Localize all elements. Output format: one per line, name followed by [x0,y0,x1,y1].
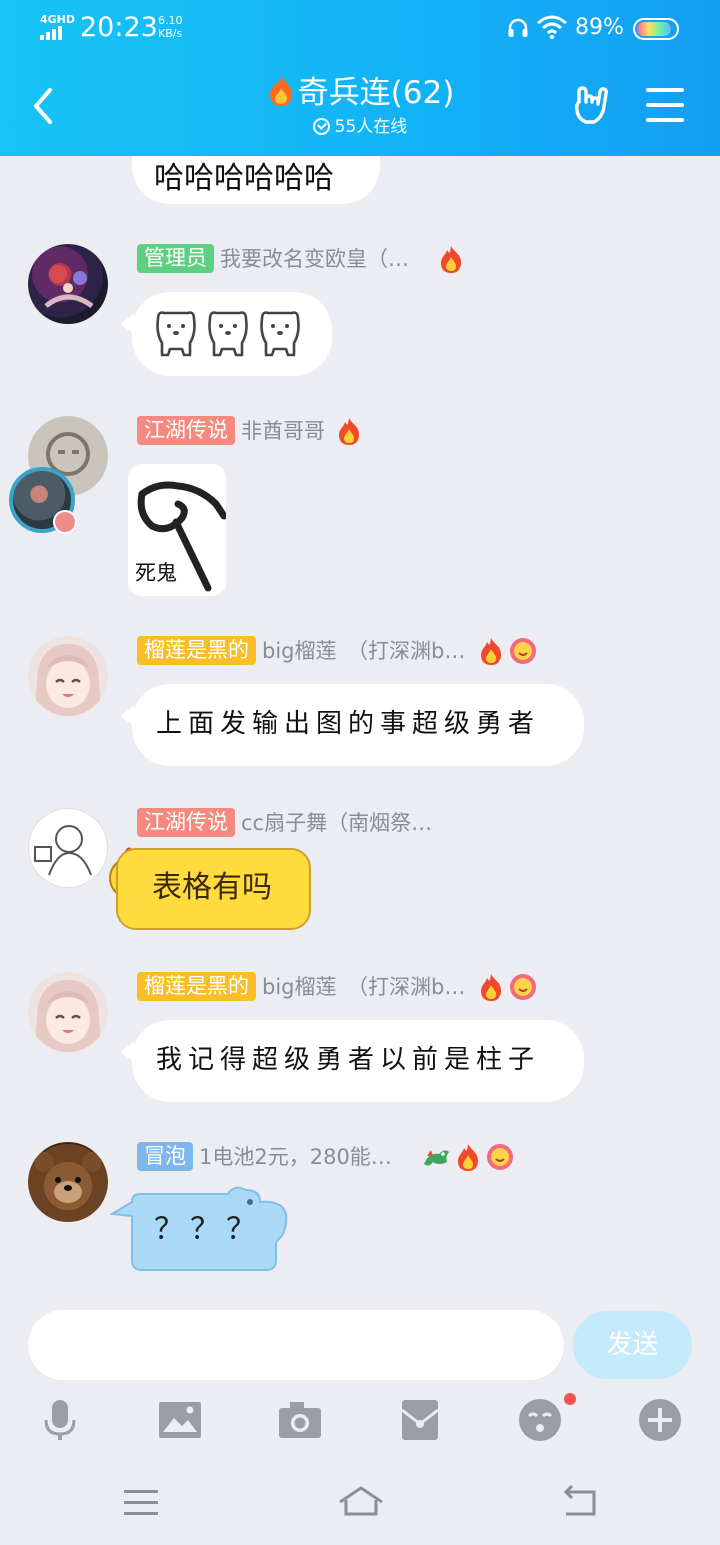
sender-info: 管理员 我要改名变欧皇（… [137,244,466,274]
smile-flower-icon [510,974,537,1000]
guardian-badge-icon [53,510,77,534]
sender-info: 江湖传说 cc扇子舞（南烟祭… [137,808,432,838]
send-button[interactable]: 发送 [573,1311,692,1379]
fire-badge-icon [481,638,502,665]
sender-name[interactable]: big榴莲 （打深渊b… [262,975,465,999]
red-packet-icon[interactable] [398,1398,442,1442]
emoji-icon[interactable] [518,1398,562,1442]
teddy-bear-avatar-image [34,1152,102,1203]
signal-icon [40,26,70,40]
dragon-badge-icon [423,1150,449,1166]
smile-flower-icon [486,1144,513,1170]
toolbar [0,1392,720,1456]
top-header: 4GHD 20:23 6.10 KB/s 89% 奇兵连(62) 55人在线 [0,0,720,156]
wifi-icon [537,15,567,40]
rank-badge: 管理员 [137,244,214,273]
sender-name[interactable]: 非酋哥哥 [241,419,325,443]
input-bar: 发送 [0,1292,720,1392]
online-text: 55人在线 [334,117,408,137]
plus-icon[interactable] [638,1398,682,1442]
chat-list[interactable]: 哈哈哈哈哈哈 管理员 我要改名变欧皇（… 江湖传说 非酋哥哥 死鬼 榴莲是黑的 … [0,156,720,1292]
rank-badge: 江湖传说 [137,416,235,445]
sender-name[interactable]: 1电池2元，280能… [199,1145,392,1169]
battery-percent: 89% [575,15,624,40]
network-speed: 6.10 KB/s [158,14,183,40]
rock-hand-icon[interactable] [572,86,614,126]
message-bubble[interactable] [120,292,332,376]
message-text: ？？？ [154,1212,262,1247]
message-bubble[interactable]: 表格有吗 [116,848,311,930]
fire-badge-icon [440,246,461,273]
fire-badge-icon [457,1144,478,1171]
back-icon[interactable] [560,1482,600,1522]
character-avatar-image [44,265,94,309]
sender-info: 冒泡 1电池2元，280能… [137,1142,515,1172]
avatar[interactable] [28,244,108,324]
rank-badge: 江湖传说 [137,808,235,837]
sender-info: 榴莲是黑的 big榴莲 （打深渊b… [137,972,538,1002]
headphones-icon [508,18,528,37]
anime-girl-avatar-image [34,980,102,1052]
fire-icon [269,75,292,106]
message-input[interactable] [28,1310,564,1380]
notification-dot [564,1393,576,1405]
anime-girl-avatar-image [34,644,102,716]
message-text: 哈哈哈哈哈哈 [154,161,334,196]
sticker-image[interactable]: 死鬼 [128,464,226,596]
message-bubble[interactable]: 哈哈哈哈哈哈 [132,156,380,204]
fire-badge-icon [481,974,502,1001]
camera-icon[interactable] [278,1398,322,1442]
avatar[interactable] [28,972,108,1052]
sender-name[interactable]: cc扇子舞（南烟祭… [241,811,432,835]
clock: 20:23 [80,12,158,43]
sticker-caption: 死鬼 [135,561,177,585]
network-type: 4GHD [40,13,76,26]
status-bar: 4GHD 20:23 6.10 KB/s 89% [0,0,720,56]
avatar[interactable] [28,808,108,888]
message-bubble[interactable]: ？？？ [110,1186,290,1276]
sender-info: 江湖传说 非酋哥哥 [137,416,364,446]
smile-flower-icon [510,638,537,664]
speed-value: 6.10 [158,14,183,27]
microphone-icon[interactable] [38,1398,82,1442]
message-bubble[interactable]: 我记得超级勇者以前是柱子 [120,1020,584,1102]
image-icon[interactable] [158,1398,202,1442]
avatar[interactable] [28,1142,108,1222]
hamburger-menu-icon[interactable] [646,88,684,122]
fire-badge-icon [338,418,359,445]
message-text: 上面发输出图的事超级勇者 [156,709,541,739]
message-text: 表格有吗 [152,870,272,905]
rank-badge: 榴莲是黑的 [137,972,256,1001]
message-bubble[interactable]: 上面发输出图的事超级勇者 [120,684,584,766]
battery-icon [633,18,679,40]
menu-icon[interactable] [122,1482,162,1522]
rank-badge: 榴莲是黑的 [137,636,256,665]
rank-badge: 冒泡 [137,1142,193,1171]
message-text: 我记得超级勇者以前是柱子 [156,1045,541,1075]
system-nav-bar [0,1458,720,1545]
sender-name[interactable]: 我要改名变欧皇（… [220,247,409,271]
sender-info: 榴莲是黑的 big榴莲 （打深渊b… [137,636,538,666]
sender-name[interactable]: big榴莲 （打深渊b… [262,639,465,663]
avatar[interactable] [28,636,108,716]
home-icon[interactable] [336,1482,386,1522]
speed-unit: KB/s [158,27,183,40]
sketch-avatar-image [34,825,92,876]
group-name: 奇兵连(62) [297,75,455,111]
check-circle-icon [312,118,330,135]
bear-emoji-icon [156,311,300,357]
